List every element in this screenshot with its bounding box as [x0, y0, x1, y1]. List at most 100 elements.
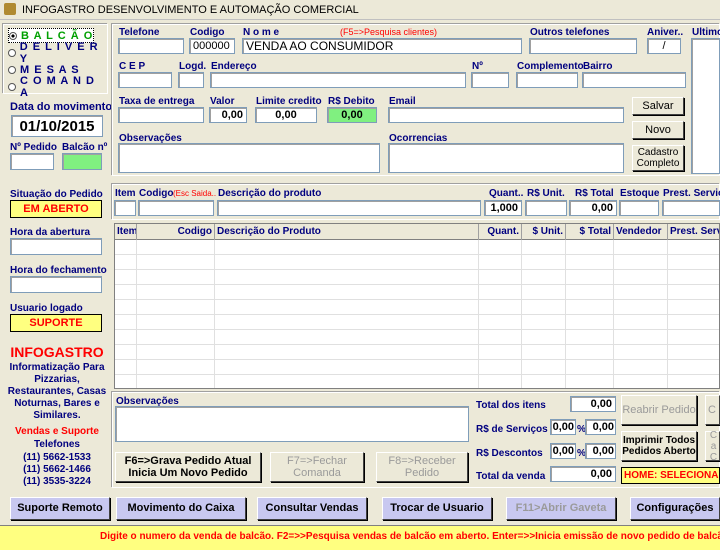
codigo-item-field[interactable]: [138, 200, 214, 216]
valor-field[interactable]: 0,00: [209, 107, 247, 123]
grid-col-header[interactable]: $ Unit.: [522, 224, 566, 240]
email-field[interactable]: [388, 107, 624, 123]
table-cell: [522, 315, 566, 330]
descricao-label: Descrição do produto: [218, 188, 322, 199]
balcao-field[interactable]: [62, 153, 102, 170]
servicos-field[interactable]: 0,00: [585, 419, 616, 435]
ultimo-list[interactable]: [691, 38, 720, 174]
items-grid[interactable]: Item Codigo Descrição do Produto Quant. $ Un…: [114, 223, 720, 389]
grid-col-header[interactable]: Item: [115, 224, 137, 240]
grid-col-header[interactable]: Quant.: [479, 224, 522, 240]
bottom-button-4[interactable]: F11>Abrir Gaveta: [506, 497, 616, 520]
pedido-field[interactable]: [10, 153, 54, 170]
total-venda-field: 0,00: [550, 466, 616, 482]
mode-radio-1[interactable]: D E L I V E R Y: [8, 41, 107, 65]
table-row[interactable]: [115, 285, 719, 300]
table-cell: [137, 345, 215, 360]
novo-button[interactable]: Novo: [632, 121, 684, 139]
table-cell: [566, 315, 614, 330]
taxa-field[interactable]: [118, 107, 204, 123]
limite-field[interactable]: 0,00: [255, 107, 317, 123]
observacoes-field[interactable]: [118, 143, 380, 173]
complemento-label: Complemento: [517, 61, 584, 72]
table-row[interactable]: [115, 375, 719, 388]
table-row[interactable]: [115, 270, 719, 285]
bottom-button-3[interactable]: Trocar de Usuario: [382, 497, 492, 520]
table-cell: [522, 375, 566, 388]
table-cell: [115, 345, 137, 360]
radio-icon: [8, 65, 16, 74]
table-cell: [479, 315, 522, 330]
table-cell: [215, 270, 479, 285]
grid-rows: [115, 240, 719, 388]
outros-telefones-field[interactable]: [529, 38, 637, 54]
logd-field[interactable]: [178, 72, 204, 88]
table-row[interactable]: [115, 255, 719, 270]
table-cell: [137, 315, 215, 330]
table-cell: [566, 345, 614, 360]
item-field[interactable]: [114, 200, 136, 216]
movement-date-field[interactable]: 01/10/2015: [11, 115, 103, 137]
outros-telefones-label: Outros telefones: [530, 27, 610, 38]
situacao-label: Situação do Pedido: [10, 189, 103, 200]
movement-label: Data do movimento: [10, 101, 113, 113]
descontos-pct-field[interactable]: 0,00: [550, 443, 576, 459]
bottom-button-5[interactable]: Configurações: [630, 497, 720, 520]
prest-field[interactable]: [662, 200, 720, 216]
grid-col-header[interactable]: Prest. Serv: [668, 224, 719, 240]
table-cell: [137, 300, 215, 315]
f8-receber-button[interactable]: F8=>Receber Pedido: [376, 452, 468, 482]
table-row[interactable]: [115, 315, 719, 330]
title-bar: INFOGASTRO DESENVOLVIMENTO E AUTOMAÇÃO C…: [0, 0, 720, 20]
cep-field[interactable]: [118, 72, 172, 88]
quant-field[interactable]: 1,000: [484, 200, 522, 216]
cadastro-completo-button[interactable]: Cadastro Completo: [632, 145, 684, 171]
table-row[interactable]: [115, 360, 719, 375]
table-row[interactable]: [115, 330, 719, 345]
ocorrencias-field[interactable]: [388, 143, 624, 173]
complemento-field[interactable]: [516, 72, 578, 88]
descontos-field[interactable]: 0,00: [585, 443, 616, 459]
hora-fechamento-field: [10, 276, 102, 293]
codigo-item-hint: (Esc Saida..: [173, 189, 217, 198]
cut-button-1[interactable]: C: [705, 395, 720, 425]
salvar-button[interactable]: Salvar: [632, 97, 684, 115]
aniver-field[interactable]: /: [647, 38, 681, 54]
f6-grava-button[interactable]: F6=>Grava Pedido Atual Inicia Um Novo Pe…: [115, 452, 261, 482]
brand-telefones: Telefones: [34, 439, 80, 450]
table-cell: [614, 300, 668, 315]
table-row[interactable]: [115, 345, 719, 360]
bottom-button-1[interactable]: Movimento do Caixa: [116, 497, 246, 520]
quant-label: Quant..: [489, 188, 524, 199]
pedido-label: Nº Pedido: [10, 142, 57, 153]
brand-phone: (11) 5662-1466: [23, 464, 91, 475]
mode-radio-3[interactable]: C O M A N D A: [8, 75, 107, 99]
footer-obs-field[interactable]: [115, 406, 469, 442]
codigo-field[interactable]: 000000: [189, 38, 235, 54]
grid-col-header[interactable]: Descrição do Produto: [215, 224, 479, 240]
f7-fechar-button[interactable]: F7=>Fechar Comanda: [270, 452, 364, 482]
reabrir-button[interactable]: Reabrir Pedido: [621, 395, 697, 425]
unit-field[interactable]: [525, 200, 567, 216]
endereco-field[interactable]: [210, 72, 466, 88]
grid-col-header[interactable]: $ Total: [566, 224, 614, 240]
telefone-label: Telefone: [119, 27, 160, 38]
grid-col-header[interactable]: Codigo: [137, 224, 215, 240]
table-cell: [215, 330, 479, 345]
table-row[interactable]: [115, 240, 719, 255]
numero-field[interactable]: [471, 72, 509, 88]
imprimir-button[interactable]: Imprimir Todos Pedidos Aberto: [621, 431, 697, 461]
table-cell: [668, 330, 719, 345]
cut-button-2[interactable]: Ca C: [705, 430, 720, 463]
table-cell: [668, 240, 719, 255]
table-row[interactable]: [115, 300, 719, 315]
grid-col-header[interactable]: Vendedor: [614, 224, 668, 240]
bottom-button-2[interactable]: Consultar Vendas: [257, 497, 367, 520]
servicos-pct-field[interactable]: 0,00: [550, 419, 576, 435]
nome-field[interactable]: VENDA AO CONSUMIDOR: [242, 38, 522, 54]
telefone-field[interactable]: [118, 38, 184, 54]
descricao-field[interactable]: [217, 200, 481, 216]
prest-label: Prest. Serviç: [663, 188, 720, 199]
bottom-button-0[interactable]: Suporte Remoto: [10, 497, 110, 520]
bairro-field[interactable]: [582, 72, 686, 88]
